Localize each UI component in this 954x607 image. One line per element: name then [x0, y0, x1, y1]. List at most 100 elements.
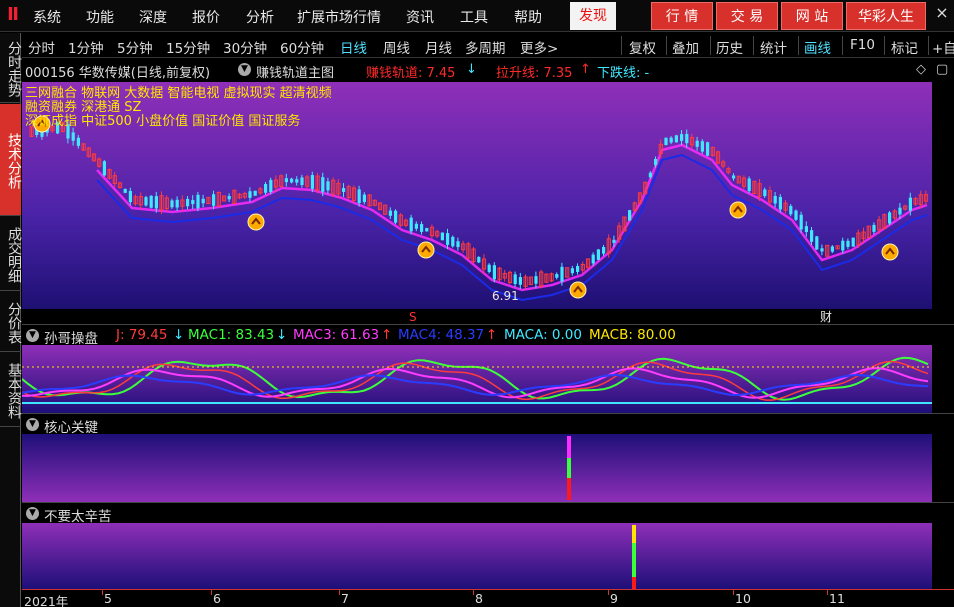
date-tick — [827, 590, 828, 595]
candle-body-down — [149, 195, 153, 208]
candle-body-down — [71, 132, 75, 141]
date-may: 5 — [104, 591, 112, 606]
tool-f10[interactable]: F10 — [850, 37, 875, 53]
sub1-title[interactable]: 孙哥操盘 — [44, 327, 98, 347]
period-15min[interactable]: 15分钟 — [166, 37, 210, 57]
period-weekly[interactable]: 周线 — [383, 37, 410, 57]
tool-mark[interactable]: 标记 — [891, 37, 918, 57]
sub3-title[interactable]: 不要太辛苦 — [44, 505, 112, 525]
candle-body-down — [888, 212, 892, 224]
sub3-chart[interactable] — [22, 523, 932, 589]
candle-body-down — [747, 178, 751, 192]
candle-body-down — [388, 210, 392, 216]
menu-quote[interactable]: 报价 — [192, 7, 220, 27]
candle-body-down — [175, 199, 179, 208]
candle-body-down — [394, 210, 398, 223]
candle-body-down — [794, 210, 798, 220]
period-timeshare[interactable]: 分时 — [28, 37, 55, 57]
tab-basic-info[interactable]: 基本资料 — [0, 353, 22, 427]
tab-price-table[interactable]: 分价表 — [0, 292, 22, 352]
candle-body-down — [560, 266, 564, 282]
sub1-j-arrow: ↓ — [173, 327, 185, 343]
toolbar-divider — [621, 36, 622, 55]
period-multi[interactable]: 多周期 — [465, 37, 506, 57]
period-5min[interactable]: 5分钟 — [117, 37, 153, 57]
tab-intraday[interactable]: 分时走势 — [0, 33, 22, 103]
trade-button[interactable]: 交 易 — [716, 2, 778, 30]
close-icon[interactable]: × — [932, 4, 952, 22]
candle-body-down — [409, 217, 413, 232]
tool-statistics[interactable]: 统计 — [760, 37, 787, 57]
website-button[interactable]: 网 站 — [781, 2, 843, 30]
tool-custom[interactable]: +自 — [932, 37, 954, 57]
collapse-icon[interactable]: ▼ — [26, 507, 39, 520]
diamond-icon[interactable]: ◇ — [916, 62, 926, 77]
finance-marker: 财 — [820, 310, 832, 324]
rise-line-value: 拉升线: 7.35 — [496, 66, 573, 81]
indicator-info-line: 000156 华数传媒(日线,前复权) ▼ 赚钱轨道主图 赚钱轨道: 7.45 … — [22, 59, 954, 81]
tool-draw-line[interactable]: 画线 — [804, 37, 831, 57]
menu-extended-market[interactable]: 扩展市场行情 — [297, 7, 381, 27]
candle-body-down — [804, 226, 808, 233]
toolbar-divider — [753, 36, 754, 55]
main-kline-chart[interactable]: 6.91 三网融合 物联网 大数据 智能电视 虚拟现实 超清视频 融资融券 深港… — [22, 82, 932, 324]
menu-help[interactable]: 帮助 — [514, 7, 542, 27]
indicator-menu-icon[interactable]: ▼ — [238, 63, 251, 76]
candle-body-down — [591, 254, 595, 264]
sub2-chart[interactable] — [22, 434, 932, 502]
candle-body-down — [695, 140, 699, 147]
tab-trade-details[interactable]: 成交明细 — [0, 217, 22, 291]
huacai-life-button[interactable]: 华彩人生 — [846, 2, 926, 30]
menu-bar: Ⅱ 系统 功能 深度 报价 分析 扩展市场行情 资讯 工具 帮助 发现 行 情 … — [0, 0, 954, 32]
candle-body-down — [456, 241, 460, 248]
menu-news[interactable]: 资讯 — [406, 7, 434, 27]
candle-body-down — [810, 230, 814, 242]
collapse-icon[interactable]: ▼ — [26, 418, 39, 431]
date-tick — [102, 590, 103, 595]
toolbar-divider — [842, 36, 843, 55]
candle-body-down — [420, 224, 424, 232]
candle-body-down — [789, 205, 793, 215]
menu-depth[interactable]: 深度 — [139, 7, 167, 27]
candle-body-down — [576, 266, 580, 272]
maximize-icon[interactable]: ▢ — [936, 62, 948, 77]
menu-function[interactable]: 功能 — [86, 7, 114, 27]
candle-body-down — [477, 256, 481, 263]
menu-analysis[interactable]: 分析 — [246, 7, 274, 27]
menu-discover[interactable]: 发现 — [570, 2, 616, 30]
candle-body-down — [664, 137, 668, 146]
period-30min[interactable]: 30分钟 — [223, 37, 267, 57]
date-september: 9 — [610, 591, 618, 606]
tool-restore-rights[interactable]: 复权 — [629, 37, 656, 57]
sub2-title[interactable]: 核心关键 — [44, 416, 98, 436]
tool-history[interactable]: 历史 — [716, 37, 743, 57]
menu-tools[interactable]: 工具 — [460, 7, 488, 27]
money-track-value: 赚钱轨道: 7.45 — [366, 66, 456, 81]
candle-body-down — [186, 198, 190, 207]
signal-bar-magenta — [567, 436, 571, 458]
period-1min[interactable]: 1分钟 — [68, 37, 104, 57]
candle-body-down — [414, 223, 418, 229]
candle-body-down — [264, 184, 268, 193]
tab-technical-analysis[interactable]: 技术分析 — [0, 104, 22, 216]
toolbar-divider — [798, 36, 799, 55]
menu-system[interactable]: 系统 — [33, 7, 61, 27]
candle-body-down — [201, 198, 205, 204]
period-daily[interactable]: 日线 — [340, 37, 367, 57]
sub1-mac3: MAC3: 61.63 — [293, 327, 380, 343]
period-monthly[interactable]: 月线 — [425, 37, 452, 57]
indicator-name[interactable]: 赚钱轨道主图 — [256, 62, 334, 81]
market-button[interactable]: 行 情 — [651, 2, 713, 30]
candle-body-down — [820, 248, 824, 252]
period-60min[interactable]: 60分钟 — [280, 37, 324, 57]
date-tick — [733, 590, 734, 595]
tool-overlay[interactable]: 叠加 — [672, 37, 699, 57]
sub1-oscillator-chart[interactable] — [22, 345, 932, 413]
candle-body-down — [778, 196, 782, 210]
sub1-maca: MACA: 0.00 — [504, 327, 582, 343]
collapse-icon[interactable]: ▼ — [26, 329, 39, 342]
candle-body-down — [284, 178, 288, 183]
candle-body-down — [555, 274, 559, 278]
candle-body-down — [763, 189, 767, 197]
period-more[interactable]: 更多> — [520, 37, 558, 57]
